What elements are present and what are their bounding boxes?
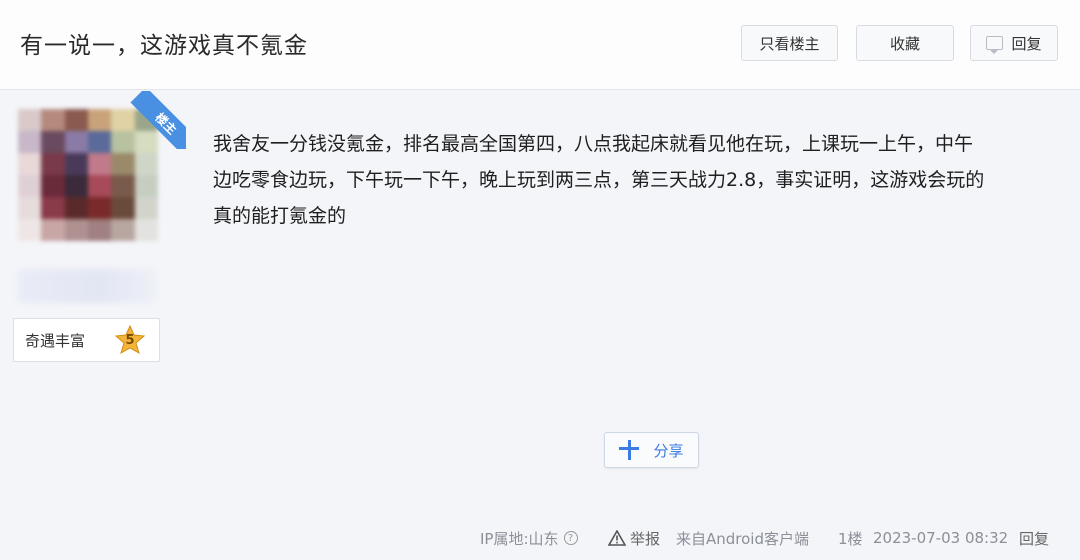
post-line: 我舍友一分钱没氪金，排名最高全国第四，八点我起床就看见他在玩，上课玩一上午，中午 (213, 133, 974, 155)
report-label: 举报 (630, 529, 661, 548)
reply-button[interactable]: 回复 (970, 25, 1058, 61)
report-link[interactable]: 举报 (608, 527, 660, 549)
share-label: 分享 (653, 441, 684, 460)
owner-badge: 楼主 (128, 91, 186, 149)
floor-reply-link[interactable]: 回复 (1019, 527, 1049, 549)
user-tag-label: 奇遇丰富 (25, 331, 86, 350)
ip-location: IP属地:山东 ? (480, 527, 578, 549)
author-panel: 楼主 奇遇丰富 5 (0, 91, 186, 560)
post-line: 真的能打氪金的 (213, 205, 347, 227)
username[interactable] (18, 269, 156, 303)
only-author-button[interactable]: 只看楼主 (741, 25, 838, 61)
favorite-button[interactable]: 收藏 (856, 25, 954, 61)
client-source: 来自Android客户端 (676, 529, 809, 548)
user-tag[interactable]: 奇遇丰富 5 (13, 318, 160, 362)
comment-icon (986, 36, 1004, 54)
plus-icon (619, 440, 640, 460)
level-number: 5 (125, 332, 135, 348)
owner-badge-label: 楼主 (130, 91, 186, 149)
floor-number: 1楼 (838, 529, 863, 548)
warning-icon (608, 530, 626, 546)
share-button[interactable]: 分享 (604, 432, 699, 468)
thread-header: 有一说一，这游戏真不氪金 只看楼主 收藏 回复 (0, 0, 1080, 90)
help-icon[interactable]: ? (563, 531, 578, 545)
thread-title: 有一说一，这游戏真不氪金 (20, 33, 308, 59)
reply-button-label: 回复 (1011, 34, 1042, 53)
post-timestamp: 2023-07-03 08:32 (873, 529, 1009, 547)
ip-location-text: IP属地:山东 (480, 529, 559, 548)
post-content: 我舍友一分钱没氪金，排名最高全国第四，八点我起床就看见他在玩，上课玩一上午，中午… (213, 126, 1063, 234)
post-line: 边吃零食边玩，下午玩一下午，晚上玩到两三点，第三天战力2.8，事实证明，这游戏会… (213, 169, 985, 191)
